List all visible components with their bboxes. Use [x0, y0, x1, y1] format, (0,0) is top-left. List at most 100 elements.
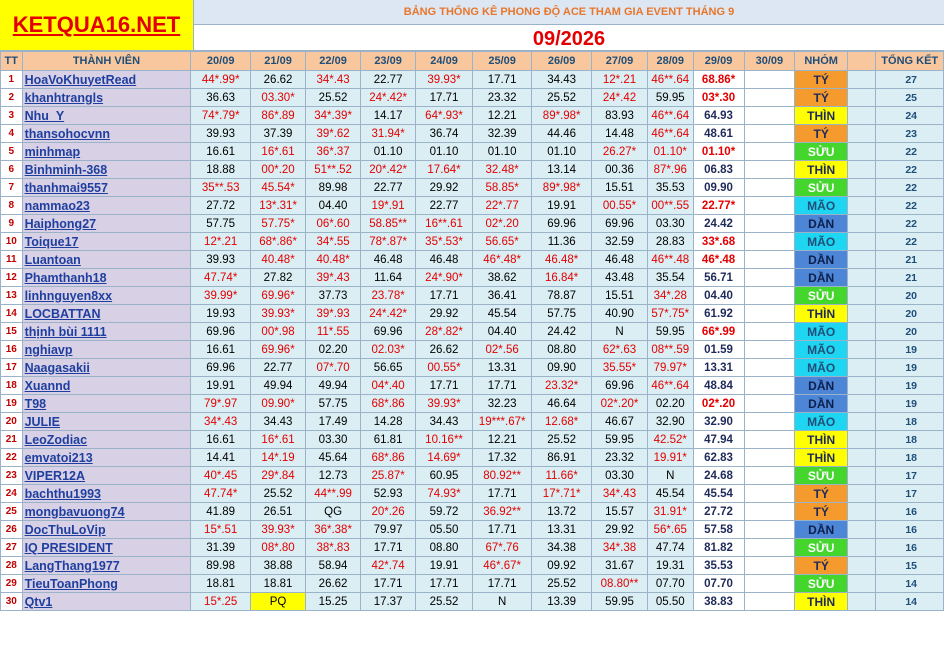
score-cell: 57.75*: [250, 214, 307, 233]
member-name-link[interactable]: emvatoi213: [21, 448, 192, 467]
total-cell: 23: [875, 124, 944, 143]
score-cell: 36*.37: [305, 142, 362, 161]
score-cell: [743, 124, 796, 143]
score-cell: 26.27*: [591, 142, 648, 161]
score-cell: 11*.55: [305, 322, 362, 341]
member-name-link[interactable]: IQ PRESIDENT: [21, 538, 192, 557]
row-number: 15: [0, 322, 23, 341]
score-cell: 64.93: [692, 106, 745, 125]
score-cell: 38*.83: [305, 538, 362, 557]
score-cell: 45.54: [471, 304, 533, 323]
member-name-link[interactable]: Binhminh-368: [21, 160, 192, 179]
member-name-link[interactable]: Qtv1: [21, 592, 192, 611]
total-cell: 18: [875, 448, 944, 467]
member-name-link[interactable]: Nhu_Y: [21, 106, 192, 125]
score-cell: 04.40: [692, 286, 745, 305]
score-cell: 22*.77: [471, 196, 533, 215]
score-cell: 37.73: [305, 286, 362, 305]
score-cell: 17.71: [471, 70, 533, 89]
member-name-link[interactable]: khanhtrangls: [21, 88, 192, 107]
score-cell: 17.71: [471, 520, 533, 539]
member-name-link[interactable]: DocThuLoVip: [21, 520, 192, 539]
spacer-cell: [847, 124, 877, 143]
row-number: 6: [0, 160, 23, 179]
member-name-link[interactable]: Haiphong27: [21, 214, 192, 233]
score-cell: 07.70: [646, 574, 694, 593]
member-name-link[interactable]: minhmap: [21, 142, 192, 161]
member-name-link[interactable]: nghiavp: [21, 340, 192, 359]
site-logo[interactable]: KETQUA16.NET: [13, 12, 180, 38]
member-name-link[interactable]: JULIE: [21, 412, 192, 431]
member-name-link[interactable]: Luantoan: [21, 250, 192, 269]
score-cell: 35.53: [646, 178, 694, 197]
member-name-link[interactable]: TieuToanPhong: [21, 574, 192, 593]
spacer-cell: [847, 232, 877, 251]
member-name-link[interactable]: linhnguyen8xx: [21, 286, 192, 305]
member-name-link[interactable]: LangThang1977: [21, 556, 192, 575]
score-cell: 34.43: [531, 70, 593, 89]
score-cell: 03.30*: [250, 88, 307, 107]
score-cell: 41.89: [190, 502, 252, 521]
score-cell: 07*.70: [305, 358, 362, 377]
score-cell: 19***.67*: [471, 412, 533, 431]
row-number: 21: [0, 430, 23, 449]
member-name-link[interactable]: T98: [21, 394, 192, 413]
member-name-link[interactable]: nammao23: [21, 196, 192, 215]
member-name-link[interactable]: thanhmai9557: [21, 178, 192, 197]
score-cell: 19.91: [415, 556, 473, 575]
score-cell: 14.17: [360, 106, 417, 125]
score-cell: 11.66*: [531, 466, 593, 485]
member-name-link[interactable]: bachthu1993: [21, 484, 192, 503]
total-cell: 22: [875, 178, 944, 197]
score-cell: 01.10: [360, 142, 417, 161]
score-cell: 02*.20: [692, 394, 745, 413]
member-name-link[interactable]: Phamthanh18: [21, 268, 192, 287]
score-cell: 59.95: [591, 430, 648, 449]
group-badge: TÝ: [794, 88, 849, 107]
score-cell: 29.92: [415, 178, 473, 197]
member-name-link[interactable]: LeoZodiac: [21, 430, 192, 449]
score-cell: 48.61: [692, 124, 745, 143]
member-name-link[interactable]: Toique17: [21, 232, 192, 251]
score-cell: 31.39: [190, 538, 252, 557]
score-cell: 17.71: [471, 484, 533, 503]
member-name-link[interactable]: mongbavuong74: [21, 502, 192, 521]
score-cell: 39.93: [190, 124, 252, 143]
member-name-link[interactable]: VIPER12A: [21, 466, 192, 485]
score-cell: 19.91: [531, 196, 593, 215]
score-cell: [743, 268, 796, 287]
score-cell: 39.93*: [415, 70, 473, 89]
member-name-link[interactable]: Naagasakii: [21, 358, 192, 377]
member-name-link[interactable]: thansohocvnn: [21, 124, 192, 143]
score-cell: 24*.42: [591, 88, 648, 107]
group-badge: THÌN: [794, 106, 849, 125]
score-cell: 19*.91: [360, 196, 417, 215]
score-cell: 00.36: [591, 160, 648, 179]
total-cell: 21: [875, 250, 944, 269]
score-cell: [743, 160, 796, 179]
score-cell: [743, 430, 796, 449]
table-row: 21 LeoZodiac 16.61 16*.61 03.30 61.81 10.16** 1…: [0, 430, 944, 449]
score-cell: 00*.98: [250, 322, 307, 341]
score-cell: 86*.89: [250, 106, 307, 125]
spacer-cell: [847, 214, 877, 233]
score-cell: 46.48: [591, 250, 648, 269]
member-name-link[interactable]: LOCBATTAN: [21, 304, 192, 323]
score-cell: 39.93*: [250, 520, 307, 539]
score-cell: 33*.68: [692, 232, 745, 251]
score-cell: 16.84*: [531, 268, 593, 287]
row-number: 13: [0, 286, 23, 305]
table-row: 27 IQ PRESIDENT 31.39 08*.80 38*.83 17.71 08.8…: [0, 538, 944, 557]
row-number: 7: [0, 178, 23, 197]
score-cell: 31.67: [591, 556, 648, 575]
score-cell: 23.32*: [531, 376, 593, 395]
member-name-link[interactable]: Xuannd: [21, 376, 192, 395]
score-cell: 28.83: [646, 232, 694, 251]
member-name-link[interactable]: thịnh bùi 1111: [21, 322, 192, 341]
member-name-link[interactable]: HoaVoKhuyetRead: [21, 70, 192, 89]
score-cell: 46.67: [591, 412, 648, 431]
col-header-date: 23/09: [360, 51, 417, 71]
site-logo-cell[interactable]: KETQUA16.NET: [0, 0, 194, 51]
score-cell: [743, 592, 796, 611]
score-cell: [743, 142, 796, 161]
